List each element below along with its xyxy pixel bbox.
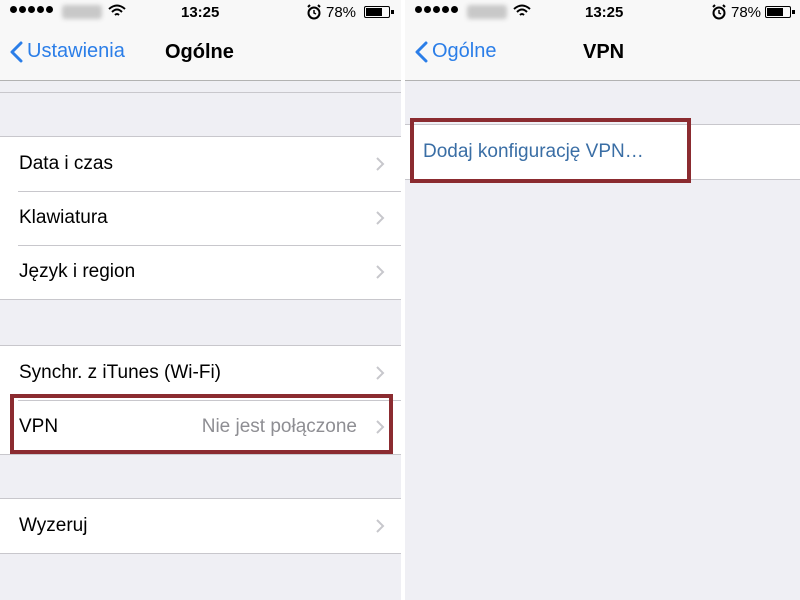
carrier-name-blurred bbox=[467, 5, 507, 19]
row-label: Język i region bbox=[19, 261, 136, 282]
signal-strength-icon bbox=[415, 6, 458, 13]
battery-percentage: 78% bbox=[731, 4, 762, 21]
signal-strength-icon bbox=[10, 6, 53, 13]
vpn-group: Dodaj konfigurację VPN… bbox=[405, 124, 800, 180]
chevron-right-icon bbox=[376, 519, 385, 533]
carrier-name-blurred bbox=[62, 5, 102, 19]
battery-icon bbox=[765, 6, 795, 18]
settings-group-1: Data i czas Klawiatura Język i region bbox=[0, 136, 401, 300]
back-button[interactable]: Ustawienia bbox=[10, 40, 125, 63]
chevron-right-icon bbox=[376, 265, 385, 279]
chevron-right-icon bbox=[376, 211, 385, 225]
row-label: Synchr. z iTunes (Wi-Fi) bbox=[19, 362, 221, 383]
page-title: Ogólne bbox=[165, 41, 234, 63]
row-language-region[interactable]: Język i region bbox=[0, 245, 401, 299]
vpn-status-detail: Nie jest połączone bbox=[201, 416, 357, 437]
chevron-right-icon bbox=[376, 157, 385, 171]
chevron-left-icon bbox=[415, 41, 428, 62]
chevron-right-icon bbox=[376, 420, 385, 434]
row-itunes-wifi-sync[interactable]: Synchr. z iTunes (Wi-Fi) bbox=[0, 346, 401, 400]
row-label: Data i czas bbox=[19, 153, 113, 174]
left-screen-general: 13:25 78% Ustawienia Ogólne Data i czas … bbox=[0, 0, 401, 600]
alarm-clock-icon bbox=[712, 4, 726, 20]
status-time: 13:25 bbox=[585, 4, 624, 21]
row-label: Wyzeruj bbox=[19, 515, 88, 536]
battery-percentage: 78% bbox=[326, 4, 357, 21]
status-bar: 13:25 78% bbox=[0, 0, 401, 26]
battery-icon bbox=[364, 6, 394, 18]
add-vpn-configuration-button[interactable]: Dodaj konfigurację VPN… bbox=[405, 125, 800, 179]
group-top-edge bbox=[0, 92, 401, 93]
wifi-icon bbox=[513, 4, 531, 16]
back-button-label: Ustawienia bbox=[27, 40, 125, 62]
chevron-right-icon bbox=[376, 366, 385, 380]
settings-group-2: Synchr. z iTunes (Wi-Fi) VPN Nie jest po… bbox=[0, 345, 401, 455]
status-time: 13:25 bbox=[181, 4, 220, 21]
back-button[interactable]: Ogólne bbox=[415, 40, 497, 63]
navigation-bar: Ustawienia Ogólne bbox=[0, 26, 401, 81]
navigation-bar: Ogólne VPN bbox=[405, 26, 800, 81]
page-title: VPN bbox=[583, 41, 625, 63]
row-label: Klawiatura bbox=[19, 207, 108, 228]
row-reset[interactable]: Wyzeruj bbox=[0, 499, 401, 553]
wifi-icon bbox=[108, 4, 126, 16]
chevron-left-icon bbox=[10, 41, 23, 62]
row-date-time[interactable]: Data i czas bbox=[0, 137, 401, 191]
row-label: VPN bbox=[19, 416, 59, 437]
add-vpn-configuration-label: Dodaj konfigurację VPN… bbox=[423, 141, 644, 162]
row-keyboard[interactable]: Klawiatura bbox=[0, 191, 401, 245]
back-button-label: Ogólne bbox=[432, 40, 497, 62]
status-bar: 13:25 78% bbox=[405, 0, 800, 26]
row-vpn[interactable]: VPN Nie jest połączone bbox=[0, 400, 401, 454]
right-screen-vpn: 13:25 78% Ogólne VPN Dodaj konfigurację … bbox=[405, 0, 800, 600]
alarm-clock-icon bbox=[307, 4, 321, 20]
settings-group-3: Wyzeruj bbox=[0, 498, 401, 554]
